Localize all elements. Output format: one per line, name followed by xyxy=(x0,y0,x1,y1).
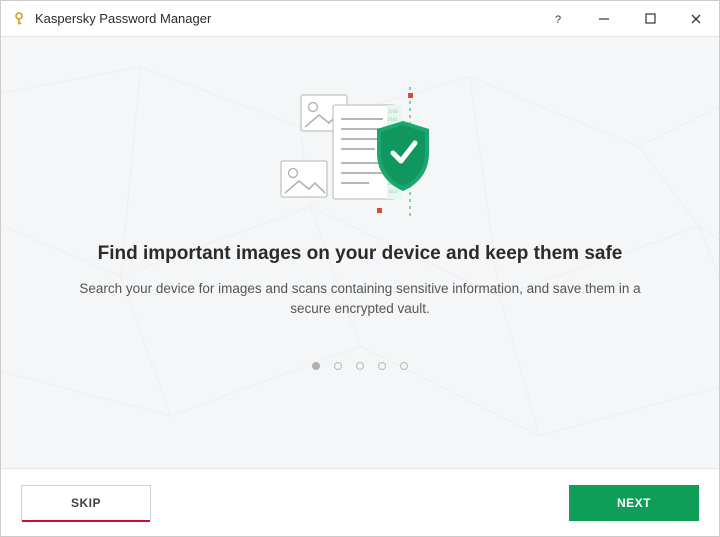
page-dot-4[interactable] xyxy=(378,362,386,370)
maximize-button[interactable] xyxy=(627,1,673,36)
titlebar: Kaspersky Password Manager ? xyxy=(1,1,719,37)
page-dot-1[interactable] xyxy=(312,362,320,370)
next-button[interactable]: Next xyxy=(569,485,699,521)
onboarding-subtext: Search your device for images and scans … xyxy=(70,279,650,318)
skip-button[interactable]: Skip xyxy=(21,485,151,521)
page-dot-5[interactable] xyxy=(400,362,408,370)
footer: Skip Next xyxy=(1,468,719,536)
onboarding-illustration: 10100101 11000011 10100110 10010101 1110… xyxy=(275,87,445,217)
svg-text:1010: 1010 xyxy=(388,109,398,114)
onboarding-body: 10100101 11000011 10100110 10010101 1110… xyxy=(1,37,719,468)
svg-text:?: ? xyxy=(555,14,561,25)
page-indicator xyxy=(312,362,408,370)
page-dot-2[interactable] xyxy=(334,362,342,370)
close-button[interactable] xyxy=(673,1,719,36)
app-window: Kaspersky Password Manager ? xyxy=(0,0,720,537)
minimize-button[interactable] xyxy=(581,1,627,36)
app-icon xyxy=(11,11,27,27)
onboarding-headline: Find important images on your device and… xyxy=(98,243,623,265)
help-button[interactable]: ? xyxy=(535,1,581,36)
window-title: Kaspersky Password Manager xyxy=(35,11,211,26)
window-controls: ? xyxy=(535,1,719,36)
onboarding-content: 10100101 11000011 10100110 10010101 1110… xyxy=(1,37,719,468)
page-dot-3[interactable] xyxy=(356,362,364,370)
svg-text:0101: 0101 xyxy=(388,117,398,122)
svg-text:1011: 1011 xyxy=(388,189,398,194)
